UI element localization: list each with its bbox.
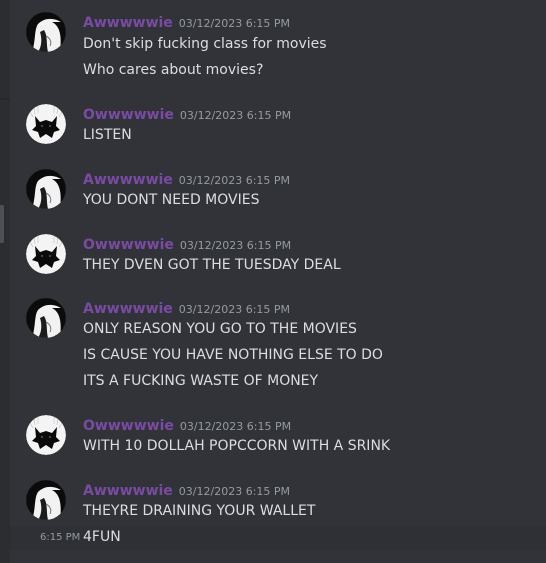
message-header: Owwwwwie 03/12/2023 6:15 PM — [83, 415, 291, 435]
message-text: IS CAUSE YOU HAVE NOTHING ELSE TO DO — [83, 347, 383, 363]
username[interactable]: Owwwwwie — [83, 237, 174, 253]
black-cat-silhouette-avatar[interactable] — [26, 234, 66, 274]
dark-hair-girl-avatar[interactable] — [26, 480, 66, 520]
message-text: THEYRE DRAINING YOUR WALLET — [83, 503, 316, 519]
message-text: Don't skip fucking class for movies — [83, 36, 327, 52]
message-group: Awwwwwie 03/12/2023 6:15 PM ONLY REASON Y… — [10, 298, 546, 396]
message-header: Awwwwwie 03/12/2023 6:15 PM — [83, 169, 290, 189]
timestamp[interactable]: 03/12/2023 6:15 PM — [180, 239, 291, 252]
dark-hair-girl-avatar[interactable] — [26, 169, 66, 209]
message-header: Owwwwwie 03/12/2023 6:15 PM — [83, 234, 291, 254]
message-text: LISTEN — [83, 127, 132, 143]
message-text: ITS A FUCKING WASTE OF MONEY — [83, 373, 319, 389]
message-text: 4FUN — [83, 529, 121, 545]
black-cat-silhouette-avatar[interactable] — [26, 104, 66, 144]
message-header: Awwwwwie 03/12/2023 6:15 PM — [83, 12, 290, 32]
message-group: Awwwwwie 03/12/2023 6:15 PM YOU DONT NEED… — [10, 169, 546, 213]
timestamp[interactable]: 03/12/2023 6:15 PM — [179, 17, 290, 30]
message-header: Owwwwwie 03/12/2023 6:15 PM — [83, 104, 291, 124]
left-rail — [0, 0, 10, 563]
black-cat-silhouette-avatar[interactable] — [26, 415, 66, 455]
message-group: Owwwwwie 03/12/2023 6:15 PM WITH 10 DOLLA… — [10, 415, 546, 459]
message-group: Awwwwwie 03/12/2023 6:15 PM Don't skip fu… — [10, 12, 546, 88]
message-text: THEY DVEN GOT THE TUESDAY DEAL — [83, 257, 341, 273]
dark-hair-girl-avatar[interactable] — [26, 298, 66, 338]
scroll-indicator[interactable] — [0, 205, 4, 243]
username[interactable]: Awwwwwie — [83, 483, 173, 499]
message-header: Awwwwwie 03/12/2023 6:15 PM — [83, 298, 290, 318]
dark-hair-girl-avatar[interactable] — [26, 12, 66, 52]
message-text: Who cares about movies? — [83, 62, 264, 78]
message-group: Owwwwwie 03/12/2023 6:15 PM THEY DVEN GOT… — [10, 234, 546, 278]
message-text: ONLY REASON YOU GO TO THE MOVIES — [83, 321, 357, 337]
message-text: WITH 10 DOLLAH POPCCORN WITH A SRINK — [83, 438, 391, 454]
timestamp[interactable]: 03/12/2023 6:15 PM — [180, 420, 291, 433]
username[interactable]: Awwwwwie — [83, 15, 173, 31]
message-text: YOU DONT NEED MOVIES — [83, 192, 260, 208]
timestamp[interactable]: 03/12/2023 6:15 PM — [179, 174, 290, 187]
message-group: Owwwwwie 03/12/2023 6:15 PM LISTEN — [10, 104, 546, 148]
timestamp[interactable]: 03/12/2023 6:15 PM — [180, 109, 291, 122]
timestamp[interactable]: 03/12/2023 6:15 PM — [179, 303, 290, 316]
username[interactable]: Owwwwwie — [83, 418, 174, 434]
timestamp[interactable]: 03/12/2023 6:15 PM — [179, 485, 290, 498]
username[interactable]: Owwwwwie — [83, 107, 174, 123]
username[interactable]: Awwwwwie — [83, 172, 173, 188]
chat-message-list: Awwwwwie 03/12/2023 6:15 PM Don't skip fu… — [0, 0, 546, 563]
message-group: Awwwwwie 03/12/2023 6:15 PM THEYRE DRAINI… — [10, 480, 546, 560]
username[interactable]: Awwwwwie — [83, 301, 173, 317]
message-header: Awwwwwie 03/12/2023 6:15 PM — [83, 480, 290, 500]
rail-divider — [0, 98, 10, 100]
hover-timestamp[interactable]: 6:15 PM — [40, 532, 80, 543]
